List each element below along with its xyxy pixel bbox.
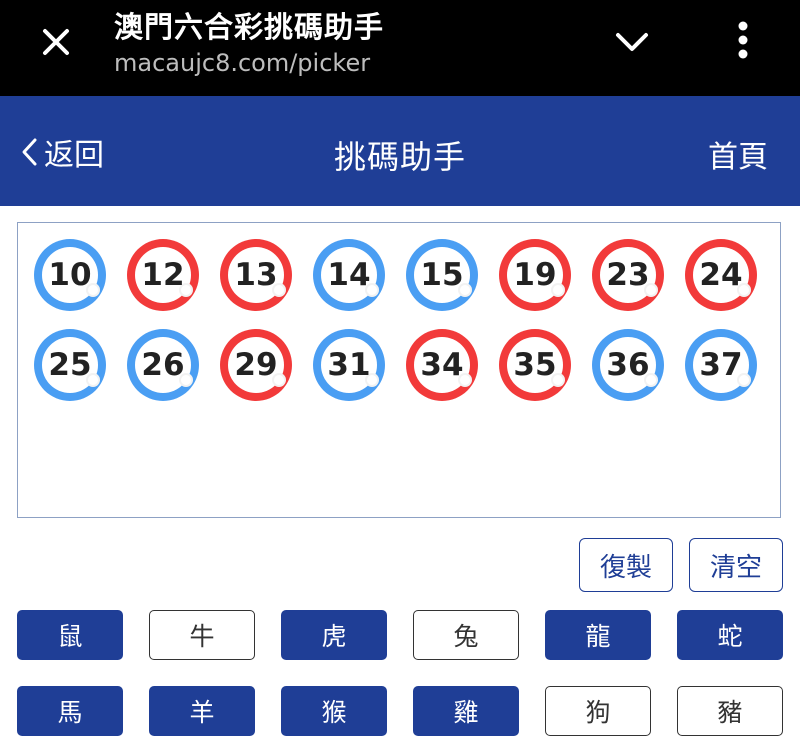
number-ball[interactable]: 19	[499, 239, 571, 311]
ball-number: 31	[327, 347, 371, 383]
ball-number: 14	[327, 257, 371, 293]
number-ball[interactable]: 36	[592, 329, 664, 401]
number-ball[interactable]: 24	[685, 239, 757, 311]
zodiac-button[interactable]: 龍	[545, 610, 651, 660]
zodiac-button[interactable]: 豬	[677, 686, 783, 736]
ball-number: 37	[699, 347, 743, 383]
number-ball[interactable]: 29	[220, 329, 292, 401]
ball-number: 26	[141, 347, 185, 383]
number-ball-grid: 10 12 13 14 15 19 23 24 25 26 29 31 34 35 36 37	[34, 239, 778, 401]
zodiac-button[interactable]: 兔	[413, 610, 519, 660]
zodiac-button[interactable]: 羊	[149, 686, 255, 736]
copy-button[interactable]: 復製	[579, 538, 673, 592]
zodiac-button[interactable]: 狗	[545, 686, 651, 736]
more-vertical-icon[interactable]	[726, 18, 760, 62]
browser-url[interactable]: macaujc8.com/picker	[114, 49, 370, 77]
ball-number: 19	[513, 257, 557, 293]
chevron-down-icon[interactable]	[610, 22, 654, 62]
number-ball[interactable]: 14	[313, 239, 385, 311]
number-ball[interactable]: 13	[220, 239, 292, 311]
home-link[interactable]: 首頁	[708, 132, 768, 176]
app-header: 返回 挑碼助手 首頁	[0, 96, 800, 206]
browser-toolbar: 澳門六合彩挑碼助手 macaujc8.com/picker	[0, 0, 800, 96]
ball-number: 23	[606, 257, 650, 293]
zodiac-button[interactable]: 牛	[149, 610, 255, 660]
zodiac-selector: 鼠牛虎兔龍蛇馬羊猴雞狗豬	[17, 610, 783, 736]
number-ball[interactable]: 10	[34, 239, 106, 311]
clear-button[interactable]: 清空	[689, 538, 783, 592]
ball-number: 24	[699, 257, 743, 293]
ball-number: 13	[234, 257, 278, 293]
zodiac-button[interactable]: 蛇	[677, 610, 783, 660]
browser-page-title: 澳門六合彩挑碼助手	[114, 10, 385, 44]
ball-number: 12	[141, 257, 185, 293]
ball-number: 10	[48, 257, 92, 293]
selected-numbers-panel: 10 12 13 14 15 19 23 24 25 26 29 31 34 35 36 37	[17, 222, 781, 518]
ball-number: 34	[420, 347, 464, 383]
close-icon[interactable]	[36, 22, 76, 62]
page-title: 挑碼助手	[333, 138, 466, 176]
number-ball[interactable]: 23	[592, 239, 664, 311]
ball-number: 25	[48, 347, 92, 383]
number-ball[interactable]: 12	[127, 239, 199, 311]
zodiac-button[interactable]: 雞	[413, 686, 519, 736]
number-ball[interactable]: 34	[406, 329, 478, 401]
number-ball[interactable]: 31	[313, 329, 385, 401]
number-ball[interactable]: 35	[499, 329, 571, 401]
number-ball[interactable]: 15	[406, 239, 478, 311]
number-ball[interactable]: 37	[685, 329, 757, 401]
ball-number: 29	[234, 347, 278, 383]
zodiac-button[interactable]: 馬	[17, 686, 123, 736]
zodiac-button[interactable]: 鼠	[17, 610, 123, 660]
zodiac-button[interactable]: 猴	[281, 686, 387, 736]
zodiac-button[interactable]: 虎	[281, 610, 387, 660]
number-ball[interactable]: 25	[34, 329, 106, 401]
number-ball[interactable]: 26	[127, 329, 199, 401]
ball-number: 35	[513, 347, 557, 383]
ball-number: 36	[606, 347, 650, 383]
ball-number: 15	[420, 257, 464, 293]
